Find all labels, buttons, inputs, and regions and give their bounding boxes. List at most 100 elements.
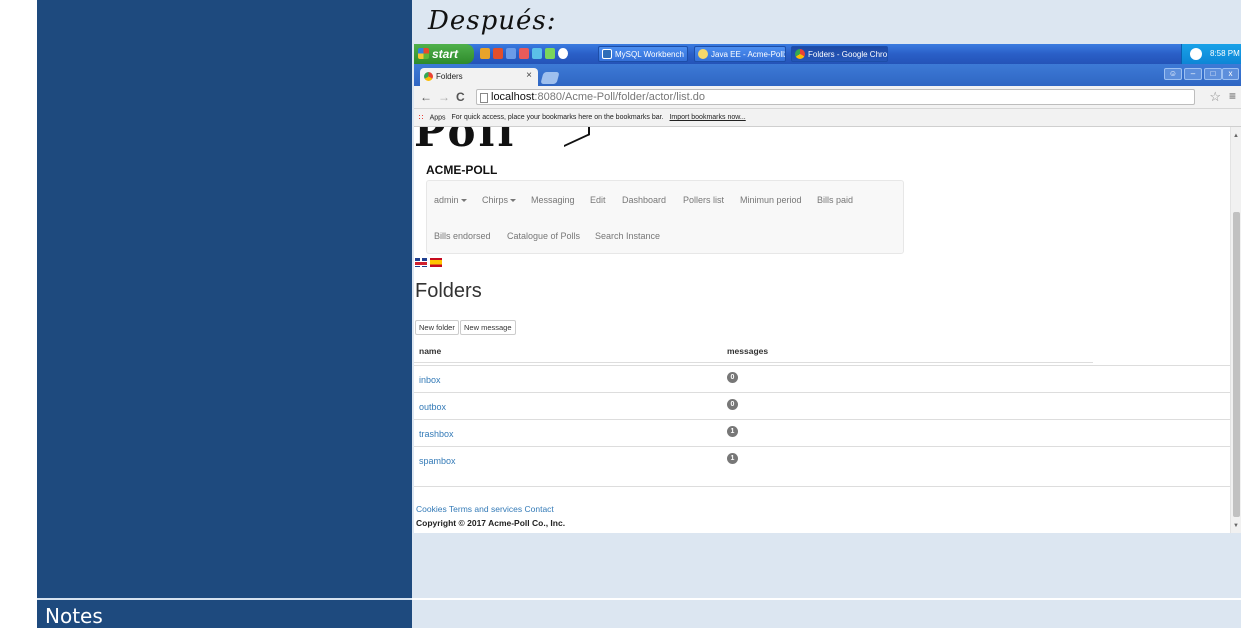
import-bookmarks-link[interactable]: Import bookmarks now...: [669, 114, 745, 121]
chrome-menu-icon[interactable]: ≡: [1229, 89, 1236, 103]
nav-edit[interactable]: Edit: [590, 195, 606, 205]
quicklaunch-ie-icon[interactable]: [480, 48, 490, 59]
task-chrome-folders[interactable]: Folders - Google Chro...: [791, 46, 888, 62]
url-path: :8080/Acme-Poll/folder/actor/list.do: [534, 91, 706, 103]
slide: Notes Después: start MySQL Workbench Jav…: [0, 0, 1241, 628]
quicklaunch-media-icon[interactable]: [519, 48, 529, 59]
profile-button[interactable]: ☺: [1164, 68, 1182, 80]
system-tray: 8:58 PM: [1181, 44, 1241, 64]
tab-folders[interactable]: Folders ×: [420, 68, 538, 86]
table-row: inbox 0: [414, 365, 1230, 392]
tab-strip: Folders × ☺ – □ x: [414, 64, 1241, 86]
header-divider: [414, 362, 1093, 363]
site-logo[interactable]: Poll: [414, 127, 516, 156]
web-page: Poll ACME-POLL admin Chirps Messaging Ed…: [414, 127, 1230, 533]
nav-minimun-period[interactable]: Minimun period: [740, 195, 802, 205]
task-mysql-workbench[interactable]: MySQL Workbench: [598, 46, 688, 62]
folder-link-inbox[interactable]: inbox: [419, 375, 441, 385]
windows-taskbar: start MySQL Workbench Java EE - Acme-Pol…: [414, 44, 1241, 64]
folder-link-trashbox[interactable]: trashbox: [419, 429, 454, 439]
apps-grid-icon[interactable]: [418, 114, 425, 121]
scroll-up-icon[interactable]: ▲: [1233, 133, 1239, 139]
chrome-icon: [795, 49, 805, 59]
forward-icon[interactable]: →: [438, 90, 450, 104]
network-icon[interactable]: [1190, 48, 1202, 60]
task-label: MySQL Workbench: [615, 50, 684, 59]
bookmarks-apps[interactable]: Apps: [430, 114, 446, 121]
address-bar-row: ← → C localhost:8080/Acme-Poll/folder/ac…: [414, 86, 1241, 109]
footer-links[interactable]: Cookies Terms and services Contact: [416, 504, 554, 514]
quicklaunch-chrome-icon[interactable]: [558, 48, 568, 59]
task-java-ee[interactable]: Java EE - Acme-Poll2....: [694, 46, 786, 62]
nav-messaging[interactable]: Messaging: [531, 195, 575, 205]
page-scrollbar[interactable]: ▲ ▼: [1230, 127, 1241, 533]
bookmark-star-icon[interactable]: ☆: [1209, 89, 1221, 105]
nav-pollers-list[interactable]: Pollers list: [683, 195, 724, 205]
tab-close-icon[interactable]: ×: [526, 70, 532, 81]
start-button[interactable]: start: [414, 44, 474, 64]
maximize-button[interactable]: □: [1204, 68, 1222, 80]
nav-search-instance[interactable]: Search Instance: [595, 231, 660, 241]
nav-chirps-dropdown[interactable]: Chirps: [482, 195, 517, 205]
mysql-icon: [602, 49, 612, 59]
url-host: localhost: [491, 91, 535, 103]
new-tab-button[interactable]: [540, 72, 560, 84]
caret-down-icon: [510, 199, 517, 203]
spanish-flag-icon[interactable]: [430, 258, 442, 267]
notes-bar: Notes: [37, 598, 412, 628]
slide-divider: [412, 598, 1241, 600]
message-count-badge: 0: [727, 399, 738, 410]
nav-bills-endorsed[interactable]: Bills endorsed: [434, 231, 491, 241]
tab-title: Folders: [436, 72, 463, 81]
quicklaunch-file-icon[interactable]: [506, 48, 516, 59]
slide-left-panel: [37, 0, 412, 628]
table-row: outbox 0: [414, 392, 1230, 419]
logo-graphic: [564, 127, 590, 148]
scroll-thumb[interactable]: [1233, 212, 1240, 517]
back-icon[interactable]: ←: [420, 90, 432, 104]
column-header-messages[interactable]: messages: [727, 346, 768, 356]
task-label: Java EE - Acme-Poll2....: [711, 50, 785, 59]
message-count-badge: 0: [727, 372, 738, 383]
message-count-badge: 1: [727, 426, 738, 437]
folder-link-outbox[interactable]: outbox: [419, 402, 446, 412]
quicklaunch-app-icon[interactable]: [545, 48, 555, 59]
main-navbar: admin Chirps Messaging Edit Dashboard Po…: [426, 180, 904, 254]
page-title: Folders: [415, 280, 482, 302]
bookmarks-hint: For quick access, place your bookmarks h…: [451, 114, 664, 122]
nav-bills-paid[interactable]: Bills paid: [817, 195, 853, 205]
close-window-button[interactable]: x: [1222, 68, 1239, 80]
footer-divider: [414, 486, 1230, 487]
table-row: trashbox 1: [414, 419, 1230, 446]
eclipse-icon: [698, 49, 708, 59]
nav-admin-dropdown[interactable]: admin: [434, 195, 467, 205]
new-folder-button[interactable]: New folder: [415, 320, 459, 335]
tab-favicon-icon: [424, 72, 433, 81]
notes-label: Notes: [45, 604, 103, 628]
page-icon: [480, 93, 488, 103]
column-header-name[interactable]: name: [419, 346, 441, 356]
reload-icon[interactable]: C: [456, 90, 465, 104]
scroll-down-icon[interactable]: ▼: [1233, 523, 1239, 529]
table-row: spambox 1: [414, 446, 1230, 473]
task-label: Folders - Google Chro...: [808, 50, 888, 59]
caret-down-icon: [460, 199, 467, 203]
message-count-badge: 1: [727, 453, 738, 464]
quicklaunch-mail-icon[interactable]: [532, 48, 542, 59]
bookmarks-bar: Apps For quick access, place your bookma…: [414, 109, 1241, 127]
nav-catalogue-of-polls[interactable]: Catalogue of Polls: [507, 231, 580, 241]
start-label: start: [432, 47, 459, 61]
minimize-button[interactable]: –: [1184, 68, 1202, 80]
site-brand[interactable]: ACME-POLL: [426, 163, 497, 177]
url-input[interactable]: localhost:8080/Acme-Poll/folder/actor/li…: [476, 89, 1195, 105]
clock: 8:58 PM: [1210, 49, 1240, 58]
english-flag-icon[interactable]: [415, 258, 427, 267]
quicklaunch-firefox-icon[interactable]: [493, 48, 503, 59]
nav-dashboard[interactable]: Dashboard: [622, 195, 666, 205]
folder-link-spambox[interactable]: spambox: [419, 456, 456, 466]
copyright-text: Copyright © 2017 Acme-Poll Co., Inc.: [416, 518, 566, 528]
new-message-button[interactable]: New message: [460, 320, 516, 335]
slide-title: Después:: [428, 6, 557, 36]
screenshot-window: start MySQL Workbench Java EE - Acme-Pol…: [414, 44, 1241, 533]
windows-logo-icon: [418, 48, 429, 59]
